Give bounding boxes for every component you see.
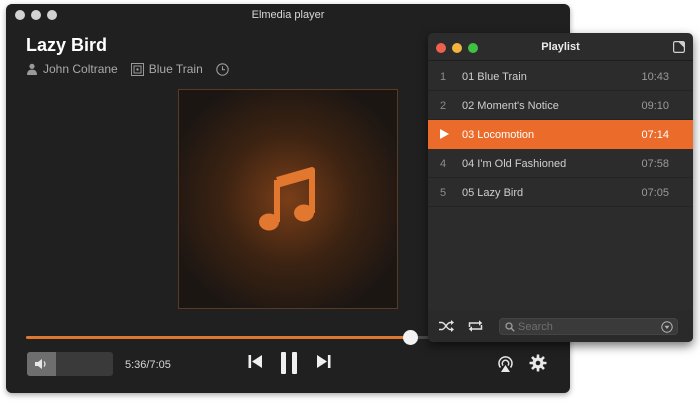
artist-meta[interactable]: John Coltrane	[26, 62, 118, 76]
playlist-minimize-button[interactable]	[452, 43, 462, 53]
track-name: 04 I'm Old Fashioned	[462, 158, 567, 170]
track-title: Lazy Bird	[26, 35, 108, 55]
expand-window-icon[interactable]	[673, 41, 685, 53]
speaker-icon	[35, 359, 46, 369]
playlist-tracks: 1 01 Blue Train 10:43 2 02 Moment's Notice 09…	[428, 62, 693, 207]
playlist-close-button[interactable]	[436, 43, 446, 53]
window-controls	[15, 10, 57, 20]
track-meta: John Coltrane Blue Train	[26, 61, 229, 77]
search-options-icon[interactable]	[661, 321, 673, 333]
skip-next-icon[interactable]	[315, 353, 332, 370]
window-title: Elmedia player	[251, 9, 325, 21]
playlist-window-controls	[436, 43, 478, 53]
screen: Elmedia player Lazy Bird John Coltrane B…	[0, 0, 700, 407]
close-button[interactable]	[15, 10, 25, 20]
search-input[interactable]	[518, 320, 648, 333]
shuffle-icon[interactable]	[438, 319, 455, 333]
repeat-icon[interactable]	[467, 319, 484, 333]
track-number: 4	[440, 158, 447, 170]
playlist-toolbar	[428, 310, 693, 342]
track-duration: 10:43	[641, 71, 669, 83]
playlist-row-active[interactable]: 03 Locomotion 07:14	[428, 120, 693, 149]
playlist-titlebar[interactable]: Playlist	[428, 33, 693, 61]
track-number: 1	[440, 71, 447, 83]
album-meta[interactable]: Blue Train	[130, 62, 203, 76]
playlist-row[interactable]: 4 04 I'm Old Fashioned 07:58	[428, 149, 693, 178]
window-titlebar[interactable]: Elmedia player	[6, 4, 570, 26]
track-name: 01 Blue Train	[462, 71, 527, 83]
now-playing-icon	[440, 129, 449, 139]
volume-slider[interactable]	[27, 352, 113, 376]
track-name: 02 Moment's Notice	[462, 100, 559, 112]
artist-name: John Coltrane	[43, 62, 118, 76]
gear-icon[interactable]	[529, 354, 547, 372]
playlist-zoom-button[interactable]	[468, 43, 478, 53]
person-icon	[27, 63, 37, 75]
seek-bar-fill	[26, 336, 411, 339]
time-readout: 5:36/7:05	[125, 359, 171, 371]
track-duration: 07:05	[641, 187, 669, 199]
playlist-row[interactable]: 1 01 Blue Train 10:43	[428, 62, 693, 91]
track-duration: 07:58	[641, 158, 669, 170]
minimize-button[interactable]	[31, 10, 41, 20]
track-name: 05 Lazy Bird	[462, 187, 524, 199]
zoom-button[interactable]	[47, 10, 57, 20]
track-number: 5	[440, 187, 447, 199]
music-note-icon	[259, 167, 315, 231]
track-name: 03 Locomotion	[462, 129, 535, 141]
playlist-row[interactable]: 5 05 Lazy Bird 07:05	[428, 178, 693, 207]
playlist-search	[499, 318, 678, 335]
clock-icon[interactable]	[216, 62, 229, 76]
skip-previous-icon[interactable]	[247, 353, 264, 370]
album-artwork	[178, 89, 398, 309]
seek-bar-handle[interactable]	[403, 330, 419, 345]
playlist-row[interactable]: 2 02 Moment's Notice 09:10	[428, 91, 693, 120]
pause-icon[interactable]	[278, 351, 300, 375]
playlist-title: Playlist	[541, 40, 580, 53]
track-duration: 07:14	[641, 129, 669, 141]
track-duration: 09:10	[641, 100, 669, 112]
album-icon	[130, 62, 144, 76]
playlist-window: Playlist 1 01 Blue Train 10:43 2 02 Moment's…	[428, 33, 693, 342]
airplay-icon[interactable]	[496, 354, 515, 373]
track-number: 2	[440, 100, 447, 112]
search-icon	[505, 322, 515, 332]
album-name: Blue Train	[148, 62, 203, 76]
